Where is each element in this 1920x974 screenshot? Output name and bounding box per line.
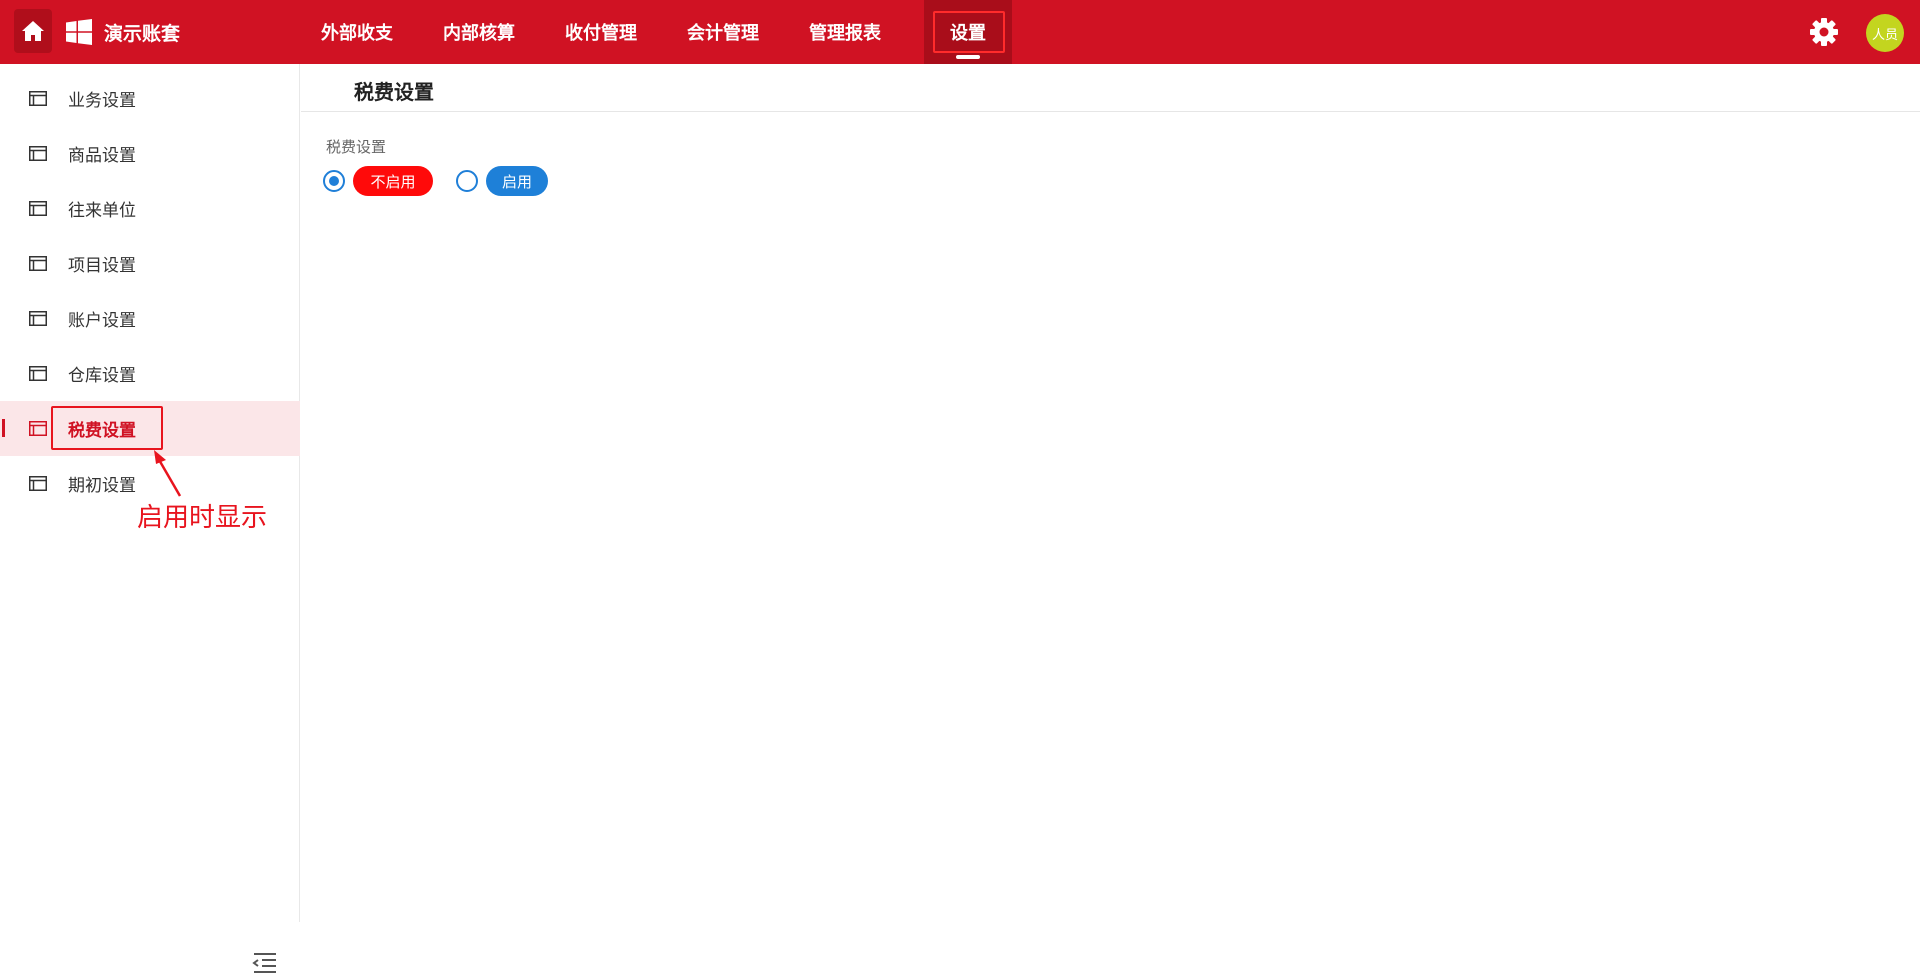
avatar[interactable]: 人员 (1866, 14, 1904, 52)
window-icon (29, 256, 47, 271)
nav-label: 外部收支 (321, 23, 393, 44)
sidebar-item-contacts[interactable]: 往来单位 (0, 181, 300, 236)
window-icon (29, 311, 47, 326)
sidebar-item-label: 项目设置 (68, 256, 136, 276)
collapse-menu-icon[interactable] (252, 952, 278, 974)
nav-settings[interactable]: 设置 (924, 0, 1012, 64)
nav-accounting-management[interactable]: 会计管理 (662, 0, 784, 64)
sidebar-item-label: 账户设置 (68, 311, 136, 331)
active-tab-indicator (956, 55, 980, 59)
sidebar-item-label: 往来单位 (68, 201, 136, 221)
top-bar: 演示账套 外部收支 内部核算 收付管理 会计管理 管理报表 设置 人员 (0, 0, 1920, 64)
home-button[interactable] (14, 9, 52, 53)
sidebar-item-project-settings[interactable]: 项目设置 (0, 236, 300, 291)
nav-management-reports[interactable]: 管理报表 (784, 0, 906, 64)
sidebar-item-label: 税费设置 (68, 421, 136, 441)
sidebar-item-warehouse-settings[interactable]: 仓库设置 (0, 346, 300, 401)
window-icon (29, 366, 47, 381)
app-name: 演示账套 (104, 22, 181, 45)
annotation-text: 启用时显示 (137, 503, 268, 533)
page-title: 税费设置 (354, 80, 434, 104)
radio-disable[interactable] (323, 170, 345, 192)
sidebar-item-product-settings[interactable]: 商品设置 (0, 126, 300, 181)
sidebar-item-label: 商品设置 (68, 146, 136, 166)
window-icon (29, 421, 47, 436)
radio-enable[interactable] (456, 170, 478, 192)
nav-label: 会计管理 (687, 23, 759, 44)
sidebar-item-label: 业务设置 (68, 91, 136, 111)
nav-internal-accounting[interactable]: 内部核算 (418, 0, 540, 64)
window-icon (29, 201, 47, 216)
brand[interactable]: 演示账套 (66, 0, 180, 64)
tax-settings-label: 税费设置 (326, 138, 387, 156)
main-nav: 外部收支 内部核算 收付管理 会计管理 管理报表 设置 (296, 0, 1012, 64)
nav-label: 管理报表 (809, 23, 881, 44)
tax-toggle-group: 不启用 启用 (323, 166, 548, 196)
annotation-highlight-box (933, 11, 1005, 53)
nav-external-income[interactable]: 外部收支 (296, 0, 418, 64)
sidebar-item-account-settings[interactable]: 账户设置 (0, 291, 300, 346)
page-header: 税费设置 (301, 64, 1920, 112)
nav-payment-management[interactable]: 收付管理 (540, 0, 662, 64)
nav-label: 收付管理 (565, 23, 637, 44)
window-icon (29, 91, 47, 106)
annotation-arrow (154, 450, 182, 497)
sidebar-item-label: 仓库设置 (68, 366, 136, 386)
sidebar-item-business-settings[interactable]: 业务设置 (0, 71, 300, 126)
active-indicator (2, 419, 5, 437)
home-icon (22, 21, 44, 41)
enable-option[interactable]: 启用 (486, 166, 548, 196)
disable-option[interactable]: 不启用 (353, 166, 433, 196)
gear-icon[interactable] (1808, 16, 1840, 48)
window-icon (29, 146, 47, 161)
sidebar-item-label: 期初设置 (68, 476, 136, 496)
windows-logo-icon (66, 19, 92, 45)
nav-label: 内部核算 (443, 23, 515, 44)
window-icon (29, 476, 47, 491)
